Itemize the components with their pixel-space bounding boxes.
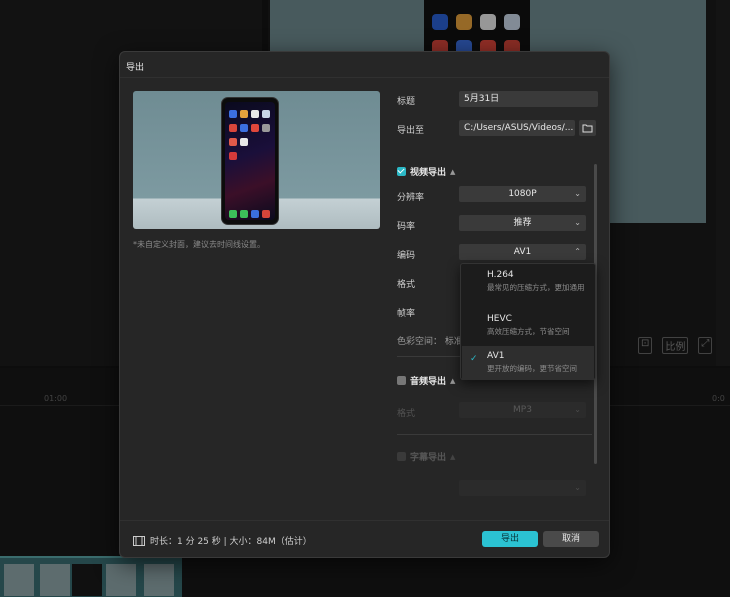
option-description: 高效压缩方式，节省空间	[487, 327, 570, 336]
audio-format-value: MP3	[513, 405, 532, 415]
codec-value: AV1	[513, 247, 532, 257]
subtitle-export-label: 字幕导出	[410, 453, 447, 463]
title-label: 标题	[397, 97, 416, 107]
collapse-icon[interactable]: ▲	[450, 168, 455, 176]
phone-image	[221, 97, 279, 225]
option-description: 更开放的编码，更节省空间	[487, 364, 577, 373]
subtitle-format-select[interactable]: ⌄	[459, 480, 586, 496]
export-button[interactable]: 导出	[482, 531, 538, 547]
codec-option-hevc[interactable]: HEVC 高效压缩方式，节省空间	[462, 309, 594, 343]
codec-select[interactable]: AV1 ⌃	[459, 244, 586, 260]
film-icon	[133, 535, 145, 546]
export-dialog: 导出 *未自定义封面，建议去时间线设置。 标题 5月31日 导出至 C:/Use…	[119, 51, 610, 558]
audio-format-select[interactable]: MP3 ⌄	[459, 402, 586, 418]
option-name: HEVC	[487, 314, 512, 324]
cancel-button[interactable]: 取消	[543, 531, 599, 547]
chevron-down-icon: ⌄	[574, 483, 581, 492]
duration-size-text: 时长：1 分 25 秒 | 大小：84M（估计）	[150, 537, 312, 547]
bitrate-value: 推荐	[513, 218, 532, 228]
resolution-label: 分辨率	[397, 193, 425, 203]
cover-preview[interactable]	[133, 91, 380, 229]
check-icon: ✓	[470, 354, 478, 364]
colorspace-row: 色彩空间： 标准	[397, 334, 463, 347]
option-name: AV1	[487, 351, 505, 361]
export-path-input[interactable]: C:/Users/ASUS/Videos/...	[459, 120, 575, 136]
export-info: 时长：1 分 25 秒 | 大小：84M（估计）	[133, 534, 312, 547]
collapse-icon[interactable]: ▲	[450, 453, 455, 461]
audio-export-toggle[interactable]: 音频导出 ▲	[397, 374, 455, 387]
bitrate-label: 码率	[397, 222, 416, 232]
video-export-checkbox[interactable]	[397, 167, 406, 176]
subtitle-export-checkbox[interactable]	[397, 452, 406, 461]
resolution-select[interactable]: 1080P ⌄	[459, 186, 586, 202]
video-export-label: 视频导出	[410, 168, 447, 178]
dialog-title: 导出	[126, 63, 145, 73]
chevron-down-icon: ⌄	[574, 218, 581, 227]
cover-note: *未自定义封面，建议去时间线设置。	[133, 240, 265, 249]
video-export-toggle[interactable]: 视频导出 ▲	[397, 165, 455, 178]
export-to-label: 导出至	[397, 126, 425, 136]
folder-icon	[582, 124, 593, 133]
codec-option-h264[interactable]: H.264 最常见的压缩方式，更加通用	[462, 265, 594, 299]
bitrate-select[interactable]: 推荐 ⌄	[459, 215, 586, 231]
codec-dropdown-menu: H.264 最常见的压缩方式，更加通用 HEVC 高效压缩方式，节省空间 ✓ A…	[460, 263, 596, 380]
header-divider	[120, 77, 609, 78]
option-name: H.264	[487, 270, 514, 280]
chevron-up-icon: ⌃	[574, 247, 581, 256]
audio-export-checkbox[interactable]	[397, 376, 406, 385]
framerate-label: 帧率	[397, 309, 416, 319]
resolution-value: 1080P	[508, 189, 537, 199]
audio-format-label: 格式	[397, 409, 416, 419]
codec-option-av1[interactable]: ✓ AV1 更开放的编码，更节省空间	[462, 346, 594, 380]
chevron-down-icon: ⌄	[574, 189, 581, 198]
browse-folder-button[interactable]	[579, 120, 596, 136]
chevron-down-icon: ⌄	[574, 405, 581, 414]
section-divider	[397, 434, 592, 435]
footer-divider	[120, 520, 609, 521]
colorspace-label: 色彩空间：	[397, 337, 443, 347]
audio-export-label: 音频导出	[410, 377, 447, 387]
format-label: 格式	[397, 280, 416, 290]
option-description: 最常见的压缩方式，更加通用	[487, 283, 585, 292]
title-input[interactable]: 5月31日	[459, 91, 598, 107]
subtitle-export-toggle[interactable]: 字幕导出 ▲	[397, 450, 455, 463]
collapse-icon[interactable]: ▲	[450, 377, 455, 385]
codec-label: 编码	[397, 251, 416, 261]
